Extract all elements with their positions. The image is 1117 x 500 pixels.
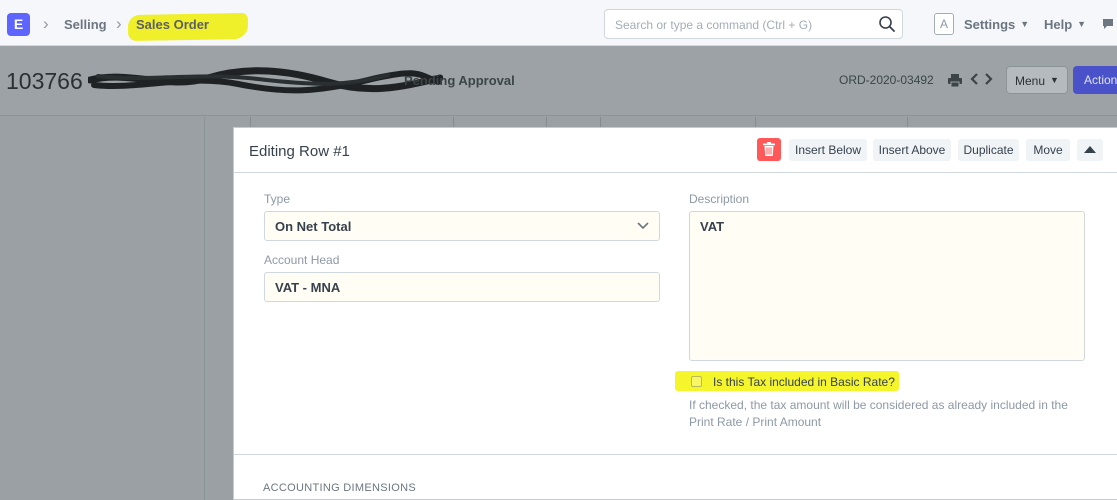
- trash-icon: [763, 142, 775, 156]
- search-bar[interactable]: Search or type a command (Ctrl + G): [604, 9, 903, 39]
- tax-included-label[interactable]: Is this Tax included in Basic Rate?: [713, 375, 895, 389]
- top-navbar: E › Selling › Sales Order Search or type…: [0, 0, 1117, 46]
- description-value: VAT: [700, 219, 725, 234]
- search-icon[interactable]: [878, 15, 896, 33]
- print-icon[interactable]: [947, 72, 963, 88]
- type-label: Type: [264, 192, 291, 206]
- duplicate-button[interactable]: Duplicate: [958, 139, 1019, 161]
- previous-record-icon[interactable]: [968, 71, 980, 87]
- sidebar-overlay: [0, 117, 205, 500]
- description-label: Description: [689, 192, 750, 206]
- grid-divider: [600, 117, 601, 127]
- breadcrumb-separator-icon: ›: [43, 14, 49, 33]
- tax-included-checkbox[interactable]: [691, 376, 702, 387]
- breadcrumb-sales-order[interactable]: Sales Order: [136, 16, 209, 33]
- help-label: Help: [1044, 17, 1073, 32]
- collapse-button[interactable]: [1077, 139, 1103, 161]
- next-record-icon[interactable]: [983, 71, 995, 87]
- row-editor-title: Editing Row #1: [249, 143, 350, 160]
- menu-button-label: Menu: [1015, 74, 1046, 88]
- account-head-input[interactable]: VAT - MNA: [264, 272, 660, 302]
- user-avatar[interactable]: A: [934, 13, 954, 35]
- breadcrumb-separator-icon: ›: [116, 14, 122, 33]
- caret-down-icon: ▼: [1020, 19, 1030, 29]
- settings-menu[interactable]: Settings ▼: [964, 16, 1029, 33]
- accounting-dimensions-heading[interactable]: ACCOUNTING DIMENSIONS: [263, 482, 416, 495]
- settings-label: Settings: [964, 17, 1016, 32]
- page-header: 103766 Pending Approval ORD-2020-03492 M…: [0, 46, 1117, 116]
- tax-included-help: If checked, the tax amount will be consi…: [689, 398, 1068, 429]
- account-head-label: Account Head: [264, 253, 340, 267]
- row-editor-header: Editing Row #1 Insert Below Insert Above…: [234, 128, 1117, 173]
- grid-divider: [755, 117, 756, 127]
- document-title: 103766: [6, 68, 83, 94]
- row-editor-panel: Editing Row #1 Insert Below Insert Above…: [233, 127, 1117, 500]
- grid-divider: [250, 117, 251, 127]
- search-placeholder: Search or type a command (Ctrl + G): [615, 18, 813, 32]
- insert-below-button[interactable]: Insert Below: [789, 139, 867, 161]
- insert-above-button[interactable]: Insert Above: [873, 139, 951, 161]
- grid-header-strip: [205, 117, 1117, 127]
- app-logo[interactable]: E: [7, 13, 30, 36]
- section-divider: [234, 454, 1117, 455]
- menu-button[interactable]: Menu ▼: [1006, 66, 1068, 94]
- delete-row-button[interactable]: [757, 138, 781, 161]
- description-textarea[interactable]: VAT: [689, 211, 1085, 361]
- grid-divider: [546, 117, 547, 127]
- type-select[interactable]: On Net Total: [264, 211, 660, 241]
- chat-icon[interactable]: [1103, 18, 1117, 30]
- chevron-down-icon: [637, 222, 649, 230]
- caret-down-icon: ▼: [1050, 75, 1059, 85]
- help-menu[interactable]: Help ▼: [1044, 16, 1086, 33]
- breadcrumb-selling[interactable]: Selling: [64, 16, 107, 33]
- move-button[interactable]: Move: [1026, 139, 1070, 161]
- redaction-scribble: [88, 67, 443, 94]
- order-id: ORD-2020-03492: [839, 73, 934, 87]
- grid-divider: [907, 117, 908, 127]
- caret-up-icon: [1084, 146, 1096, 153]
- account-head-value: VAT - MNA: [275, 280, 341, 295]
- type-value: On Net Total: [275, 219, 352, 234]
- status-indicator: Pending Approval: [404, 73, 515, 88]
- actions-button[interactable]: Action: [1073, 66, 1117, 94]
- caret-down-icon: ▼: [1077, 19, 1087, 29]
- grid-divider: [453, 117, 454, 127]
